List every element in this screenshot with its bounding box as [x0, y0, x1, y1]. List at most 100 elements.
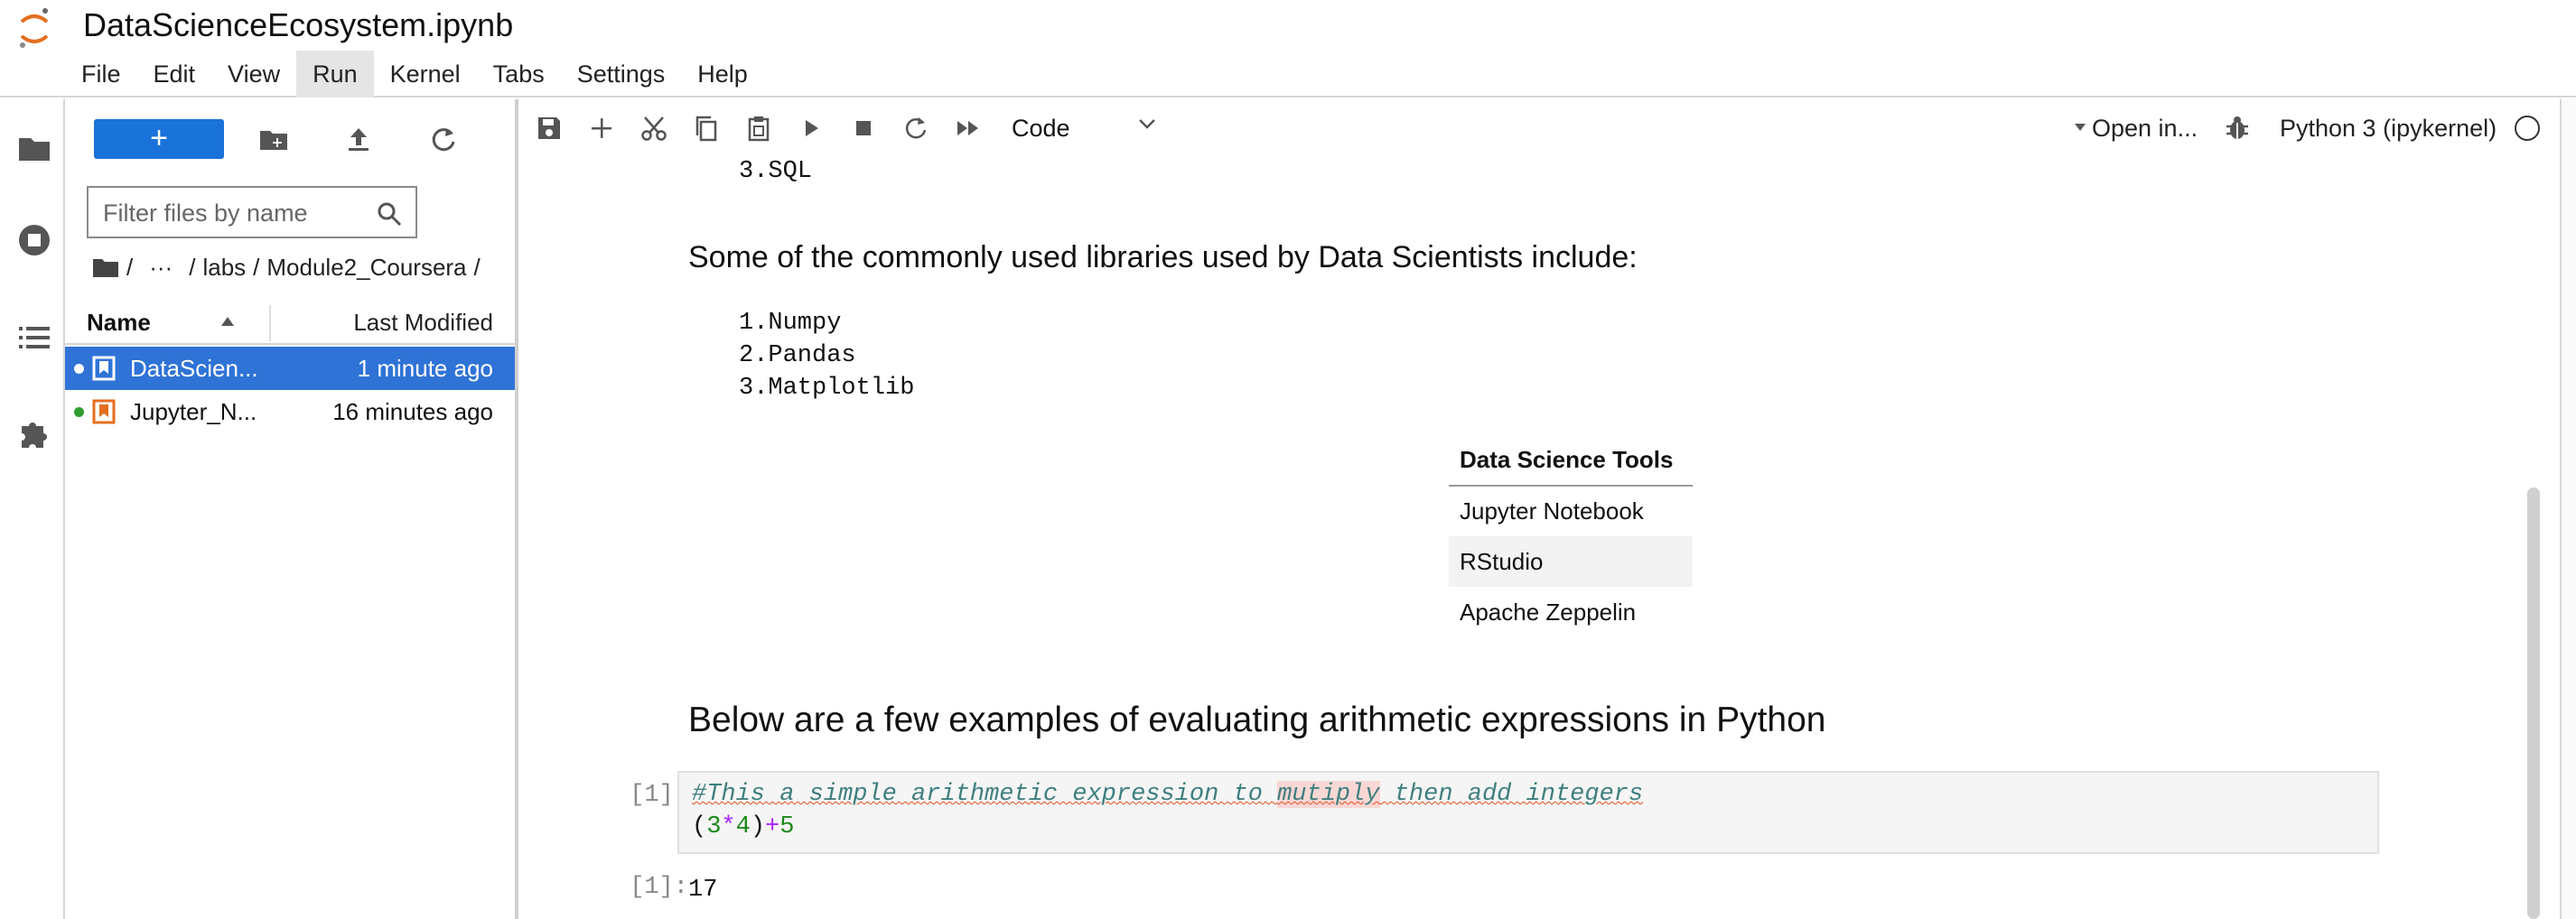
code-cell-editor[interactable]: #This a simple arithmetic expression to … [677, 771, 2379, 854]
table-cell: RStudio [1449, 536, 1693, 587]
new-launcher-button[interactable]: + [94, 119, 224, 159]
file-row[interactable]: Jupyter_N... 16 minutes ago [65, 390, 515, 433]
run-icon[interactable] [797, 114, 826, 143]
menu-edit[interactable]: Edit [137, 51, 212, 97]
upload-icon[interactable] [343, 125, 374, 155]
breadcrumb-separator: / [253, 253, 260, 281]
code-comment: #This a simple arithmetic expression to … [692, 781, 1643, 808]
chevron-down-icon[interactable] [1138, 117, 1156, 130]
file-name: Jupyter_N... [130, 398, 257, 425]
code-operator: * [721, 813, 736, 840]
breadcrumb-separator: / [189, 253, 196, 281]
output-prompt: [1]: [630, 874, 688, 901]
new-folder-icon[interactable] [258, 125, 289, 155]
libraries-list: 1.Numpy 2.Pandas 3.Matplotlib [739, 307, 914, 404]
table-cell: Apache Zeppelin [1460, 598, 1637, 626]
running-icon[interactable] [16, 222, 52, 258]
menu-bar: File Edit View Run Kernel Tabs Settings … [65, 51, 764, 97]
menu-view[interactable]: View [211, 51, 296, 97]
breadcrumb-separator: / [473, 253, 481, 281]
code-line-comment: #This a simple arithmetic expression to … [692, 778, 1643, 811]
column-divider[interactable] [269, 305, 271, 341]
fast-forward-icon[interactable] [954, 114, 983, 143]
folder-icon[interactable] [92, 255, 119, 279]
code-paren: ( [692, 813, 707, 840]
jupyter-logo-icon [20, 8, 49, 48]
list-item: 3.Matplotlib [739, 375, 915, 402]
breadcrumb-module2[interactable]: Module2_Coursera [266, 254, 466, 282]
paste-icon[interactable] [744, 114, 773, 143]
menu-help[interactable]: Help [681, 51, 764, 97]
document-title: DataScienceEcosystem.ipynb [83, 6, 514, 43]
refresh-icon[interactable] [428, 125, 459, 155]
file-filter-field[interactable] [87, 186, 417, 238]
save-icon[interactable] [535, 114, 564, 143]
file-row[interactable]: DataScien... 1 minute ago [65, 347, 515, 390]
file-modified: 16 minutes ago [332, 398, 493, 425]
notebook-area: 3.SQL Some of the commonly used librarie… [524, 155, 2511, 919]
kernel-name[interactable]: Python 3 (ipykernel) [2280, 110, 2497, 146]
stop-icon[interactable] [849, 114, 878, 143]
list-item: 1.Numpy [739, 310, 842, 337]
table-header: Data Science Tools [1449, 435, 1693, 487]
open-in-button[interactable]: Open in... [2072, 110, 2198, 146]
add-cell-icon[interactable] [587, 114, 616, 143]
input-prompt: [1]: [630, 782, 688, 809]
scrollbar-thumb[interactable] [2527, 487, 2540, 919]
extension-icon[interactable] [16, 415, 52, 451]
comment-text: #This a simple arithmetic expression to [692, 781, 1278, 808]
breadcrumb-ellipsis[interactable]: ··· [149, 254, 173, 282]
breadcrumb-root[interactable]: / [126, 254, 133, 282]
search-icon [378, 202, 402, 227]
column-modified-header[interactable]: Last Modified [353, 300, 493, 345]
code-operator: + [765, 813, 780, 840]
top-bar: DataScienceEcosystem.ipynb File Edit Vie… [0, 0, 2576, 97]
tools-table: Data Science Tools Jupyter Notebook RStu… [1449, 435, 1693, 637]
menu-settings[interactable]: Settings [561, 51, 682, 97]
cell-output: 17 [688, 877, 718, 904]
file-modified: 1 minute ago [357, 355, 493, 382]
code-number: 5 [779, 813, 795, 840]
activity-bar [0, 99, 65, 919]
list-item: 3.SQL [739, 158, 813, 185]
open-in-label: Open in... [2092, 115, 2198, 142]
arith-heading: Below are a few examples of evaluating a… [688, 701, 1826, 739]
comment-typo: mutiply [1277, 781, 1380, 808]
file-list-header: Name Last Modified [65, 300, 515, 345]
table-row: Apache Zeppelin [1449, 587, 1693, 637]
code-line-expression: (3*4)+5 [692, 811, 794, 843]
copy-icon[interactable] [692, 114, 721, 143]
table-header-row: Data Science Tools [1449, 435, 1693, 487]
file-name: DataScien... [130, 355, 258, 382]
notebook-icon [92, 356, 116, 381]
file-browser: + / ··· / labs / Module2_Coursera / Name [65, 99, 518, 919]
menu-kernel[interactable]: Kernel [374, 51, 477, 97]
right-sidebar-edge [2560, 99, 2576, 919]
unsaved-dot-icon [74, 364, 84, 374]
menu-file[interactable]: File [65, 51, 137, 97]
menu-tabs[interactable]: Tabs [477, 51, 561, 97]
table-row: RStudio [1449, 536, 1693, 587]
table-row: Jupyter Notebook [1449, 486, 1693, 536]
toc-icon[interactable] [16, 320, 52, 356]
list-item: 2.Pandas [739, 342, 856, 369]
folder-icon[interactable] [16, 130, 52, 166]
column-name-header[interactable]: Name [87, 300, 151, 345]
restart-icon[interactable] [901, 114, 930, 143]
running-dot-icon [74, 407, 84, 417]
libraries-intro: Some of the commonly used libraries used… [688, 240, 1638, 274]
sort-ascending-icon[interactable] [220, 316, 235, 327]
bug-icon[interactable] [2224, 114, 2251, 143]
breadcrumb-labs[interactable]: labs [202, 254, 246, 282]
table-cell: Jupyter Notebook [1460, 497, 1644, 524]
notebook-toolbar: Code Open in... Python 3 (ipykernel) [524, 101, 2576, 155]
code-number: 4 [735, 813, 751, 840]
code-paren: ) [750, 813, 766, 840]
cut-icon[interactable] [639, 114, 668, 143]
menu-run[interactable]: Run [296, 51, 374, 97]
breadcrumb: / ··· / labs / Module2_Coursera / [92, 251, 488, 283]
file-filter-input[interactable] [103, 197, 374, 229]
comment-text: then add integers [1379, 781, 1644, 808]
notebook-icon [92, 399, 116, 424]
tools-list: 3.SQL [739, 155, 812, 188]
